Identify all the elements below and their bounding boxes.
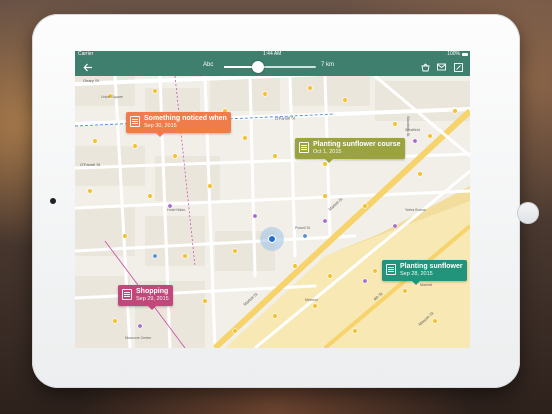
svg-text:Marriott: Marriott <box>420 283 432 287</box>
battery-percent: 100% <box>447 51 460 57</box>
svg-text:Moscone Center: Moscone Center <box>125 336 152 340</box>
note-pin-something-noticed[interactable]: Something noticed when Sep 30, 2015 <box>126 112 231 137</box>
svg-text:Union Square: Union Square <box>101 95 123 99</box>
edit-icon[interactable] <box>451 60 465 74</box>
slider-thumb[interactable] <box>252 61 265 73</box>
note-pin-shopping[interactable]: Shopping Sep 29, 2015 <box>118 285 173 310</box>
app-screen: Carrier 1:44 AM 100% Abc 7 km Geary St O… <box>75 51 470 348</box>
svg-text:Geary St: Geary St <box>83 78 100 83</box>
basket-icon[interactable] <box>418 60 432 74</box>
note-title: Planting sunflower <box>400 263 463 270</box>
note-date: Sep 28, 2015 <box>400 270 433 277</box>
svg-text:Metreon: Metreon <box>305 298 318 302</box>
note-title: Something noticed when <box>144 115 227 122</box>
pin-tail <box>325 159 333 163</box>
note-title: Shopping <box>136 288 169 295</box>
note-title: Planting sunflower course <box>313 141 401 148</box>
svg-text:Stockton St: Stockton St <box>406 116 411 137</box>
status-bar: Carrier 1:44 AM 100% <box>75 51 470 58</box>
svg-text:O'Farrell St: O'Farrell St <box>80 162 101 167</box>
distance-slider[interactable] <box>224 61 316 73</box>
svg-text:O'Farrell St: O'Farrell St <box>275 115 296 121</box>
svg-text:Westfield: Westfield <box>405 128 420 132</box>
status-time: 1:44 AM <box>263 51 282 57</box>
note-icon <box>386 264 396 275</box>
front-camera <box>50 198 56 204</box>
note-date: Sep 29, 2015 <box>136 295 169 302</box>
note-icon <box>299 142 309 153</box>
battery-icon <box>462 52 468 56</box>
note-date: Sep 30, 2015 <box>144 122 177 129</box>
pin-tail <box>156 133 164 137</box>
note-date: Oct 1, 2015 <box>313 148 342 155</box>
pin-tail <box>148 306 156 310</box>
slider-label-right: 7 km <box>321 62 335 68</box>
note-pin-planting-sunflower[interactable]: Planting sunflower Sep 28, 2015 <box>382 260 467 285</box>
note-icon <box>130 116 140 127</box>
svg-text:Yerba Buena: Yerba Buena <box>405 208 426 212</box>
slider-label-left: Abc <box>203 62 214 68</box>
note-pin-planting-sunflower-course[interactable]: Planting sunflower course Oct 1, 2015 <box>295 138 405 163</box>
toolbar: Abc 7 km <box>75 58 470 76</box>
pin-tail <box>412 281 420 285</box>
note-icon <box>122 289 132 300</box>
svg-text:Powell St: Powell St <box>295 226 310 230</box>
map-view[interactable]: Geary St O'Farrell St O'Farrell St Marke… <box>75 66 470 348</box>
carrier-label: Carrier <box>78 51 94 57</box>
svg-text:Hotel Nikko: Hotel Nikko <box>167 208 185 212</box>
mail-icon[interactable] <box>434 60 448 74</box>
home-button[interactable] <box>517 202 539 224</box>
back-arrow-icon[interactable] <box>81 60 95 74</box>
